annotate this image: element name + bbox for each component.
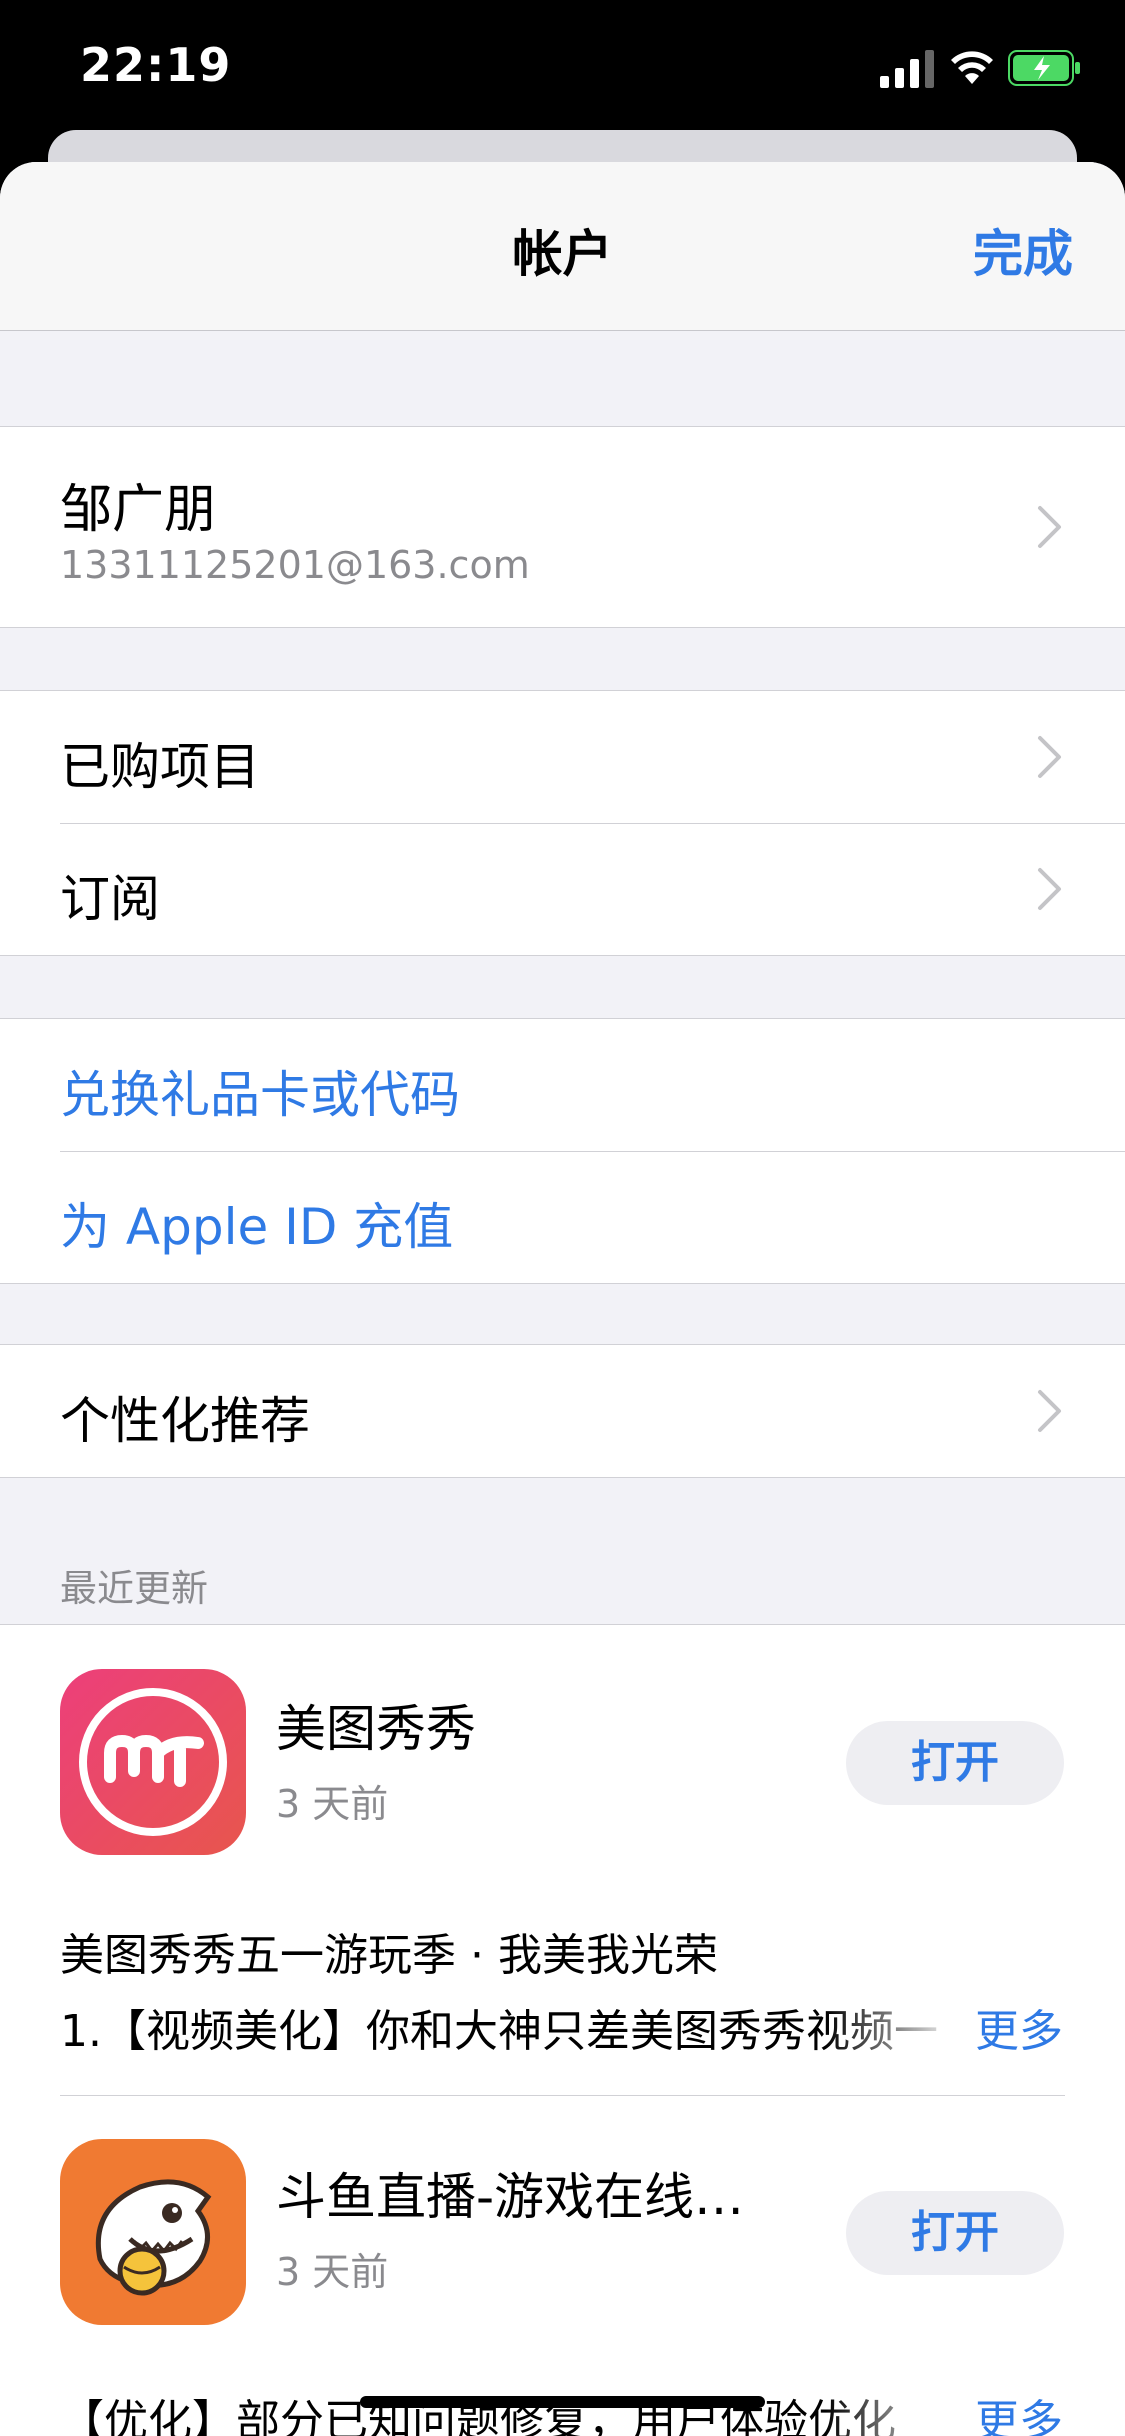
navigation-bar: 帐户 完成 bbox=[0, 162, 1125, 331]
subscriptions-label: 订阅 bbox=[60, 870, 160, 928]
personalized-label: 个性化推荐 bbox=[60, 1392, 310, 1450]
app-name: 斗鱼直播-游戏在线… bbox=[276, 2168, 745, 2226]
more-link[interactable]: 更多 bbox=[975, 2385, 1063, 2436]
app-name: 美图秀秀 bbox=[276, 1700, 476, 1758]
recent-updates-list: 美图秀秀 3 天前 打开 美图秀秀五一游玩季 · 我美我光荣 1.【视频美化】你… bbox=[0, 1624, 1125, 2436]
funds-group: 兑换礼品卡或代码 为 Apple ID 充值 bbox=[0, 1018, 1125, 1284]
personalized-row[interactable]: 个性化推荐 bbox=[0, 1345, 1125, 1477]
account-row[interactable]: 邹广朋 13311125201@163.com bbox=[0, 427, 1125, 627]
meitu-app-icon[interactable] bbox=[60, 1669, 246, 1855]
chevron-right-icon bbox=[1038, 736, 1061, 778]
status-time: 22:19 bbox=[80, 38, 232, 92]
open-button[interactable]: 打开 bbox=[846, 2191, 1064, 2275]
battery-charging-icon bbox=[1008, 50, 1080, 86]
release-notes-text: 【优化】部分已知问题修复，用户体验优化 bbox=[60, 2396, 896, 2436]
home-indicator[interactable] bbox=[360, 2396, 765, 2408]
wifi-icon bbox=[951, 51, 993, 84]
account-group: 邹广朋 13311125201@163.com bbox=[0, 426, 1125, 628]
account-name: 邹广朋 bbox=[60, 480, 217, 540]
app-update-date: 3 天前 bbox=[276, 1782, 389, 1826]
cellular-signal-icon bbox=[880, 50, 934, 88]
open-button[interactable]: 打开 bbox=[846, 1721, 1064, 1805]
release-notes-text: 1.【视频美化】你和大神只差美图秀秀视频一 bbox=[60, 2006, 938, 2057]
chevron-right-icon bbox=[1038, 506, 1061, 548]
recent-updates-header: 最近更新 bbox=[60, 1567, 208, 1610]
chevron-right-icon bbox=[1038, 868, 1061, 910]
purchased-row[interactable]: 已购项目 bbox=[0, 691, 1125, 823]
purchases-group: 已购项目 订阅 bbox=[0, 690, 1125, 956]
subscriptions-row[interactable]: 订阅 bbox=[0, 823, 1125, 955]
page-title: 帐户 bbox=[512, 225, 613, 283]
done-button[interactable]: 完成 bbox=[973, 214, 1073, 286]
status-bar: 22:19 bbox=[0, 0, 1125, 140]
purchased-label: 已购项目 bbox=[60, 738, 260, 796]
add-funds-link: 为 Apple ID 充值 bbox=[60, 1198, 454, 1256]
more-link[interactable]: 更多 bbox=[975, 1995, 1063, 2059]
douyu-app-icon[interactable] bbox=[60, 2139, 246, 2325]
personalized-group: 个性化推荐 bbox=[0, 1344, 1125, 1478]
divider bbox=[60, 2095, 1065, 2096]
redeem-row[interactable]: 兑换礼品卡或代码 bbox=[0, 1019, 1125, 1151]
account-sheet: 帐户 完成 邹广朋 13311125201@163.com 已购项目 订阅 兑换… bbox=[0, 162, 1125, 2436]
chevron-right-icon bbox=[1038, 1390, 1061, 1432]
add-funds-row[interactable]: 为 Apple ID 充值 bbox=[0, 1151, 1125, 1283]
account-email: 13311125201@163.com bbox=[60, 543, 530, 587]
redeem-link: 兑换礼品卡或代码 bbox=[60, 1066, 460, 1124]
release-notes-title: 美图秀秀五一游玩季 · 我美我光荣 bbox=[60, 1930, 718, 1981]
app-update-date: 3 天前 bbox=[276, 2250, 389, 2294]
